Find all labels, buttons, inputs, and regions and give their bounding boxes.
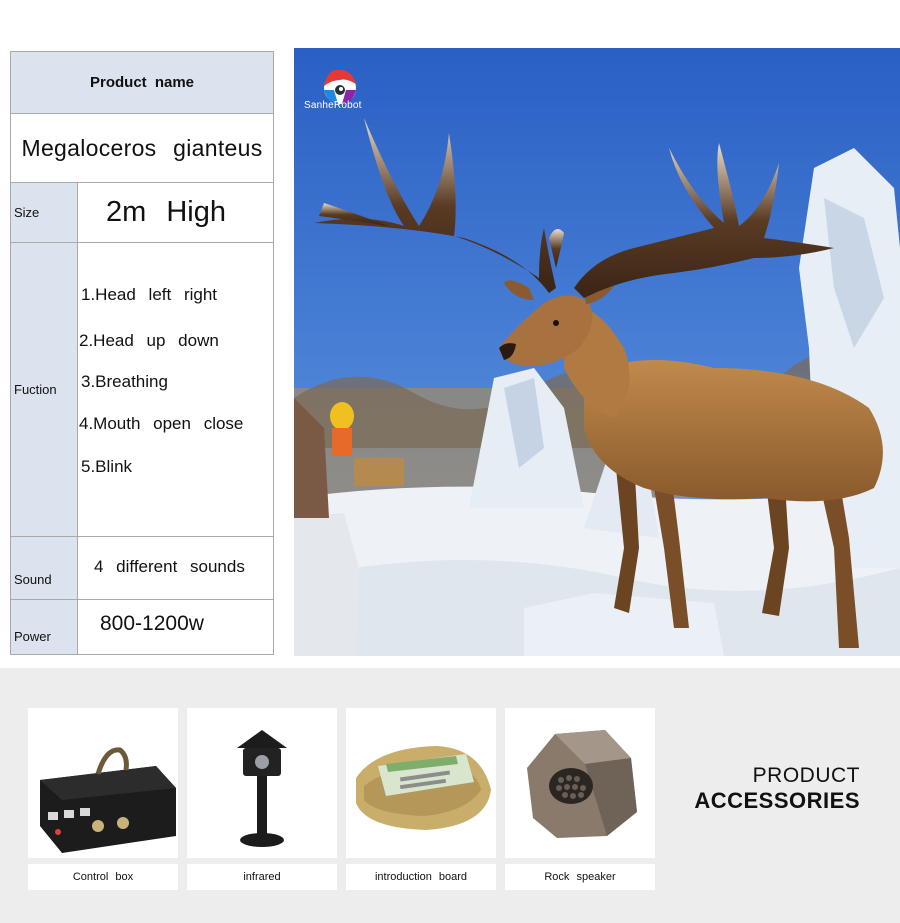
rock-speaker-icon [505, 708, 655, 858]
function-item: 3.Breathing [81, 372, 168, 391]
product-name-label: Product name [11, 52, 273, 113]
accessory-label: introduction board [346, 864, 496, 890]
control-box-icon [28, 708, 178, 858]
accessory-rock-speaker: Rock speaker [505, 708, 655, 890]
accessory-control-box: Control box [28, 708, 178, 890]
accessories-title-line1: PRODUCT [752, 764, 860, 787]
power-value: 800-1200w [100, 612, 204, 635]
function-item: 2.Head up down [79, 331, 219, 350]
product-photo: SanheRobot [294, 48, 900, 656]
spec-table: Product name Megaloceros gianteus Size 2… [10, 51, 274, 655]
sound-label: Sound [14, 572, 52, 587]
accessory-label: infrared [187, 864, 337, 890]
size-label: Size [14, 205, 40, 220]
product-name-value: Megaloceros gianteus [21, 134, 263, 161]
function-item: 4.Mouth open close [79, 414, 244, 433]
infrared-sensor-icon [187, 708, 337, 858]
function-list: 1.Head left right 2.Head up down 3.Breat… [78, 243, 273, 536]
function-item: 5.Blink [81, 457, 133, 476]
accessory-label: Rock speaker [505, 864, 655, 890]
sound-value: 4 different sounds [94, 557, 245, 576]
accessory-infrared: infrared [187, 708, 337, 890]
function-label: Fuction [14, 382, 57, 397]
accessory-introduction-board: introduction board [346, 708, 496, 890]
top-margin [0, 0, 900, 48]
accessory-label: Control box [28, 864, 178, 890]
power-label: Power [14, 629, 51, 644]
accessories-section: Control box infrared introduction board … [0, 668, 900, 923]
accessories-title-line2: ACCESSORIES [694, 788, 860, 813]
megaloceros-photo-illustration [294, 48, 900, 656]
logo-text: SanheRobot [304, 100, 362, 111]
introduction-board-icon [346, 708, 496, 858]
accessories-title: PRODUCT ACCESSORIES [694, 764, 860, 814]
function-item: 1.Head left right [81, 285, 218, 304]
size-value: 2m High [106, 196, 226, 228]
